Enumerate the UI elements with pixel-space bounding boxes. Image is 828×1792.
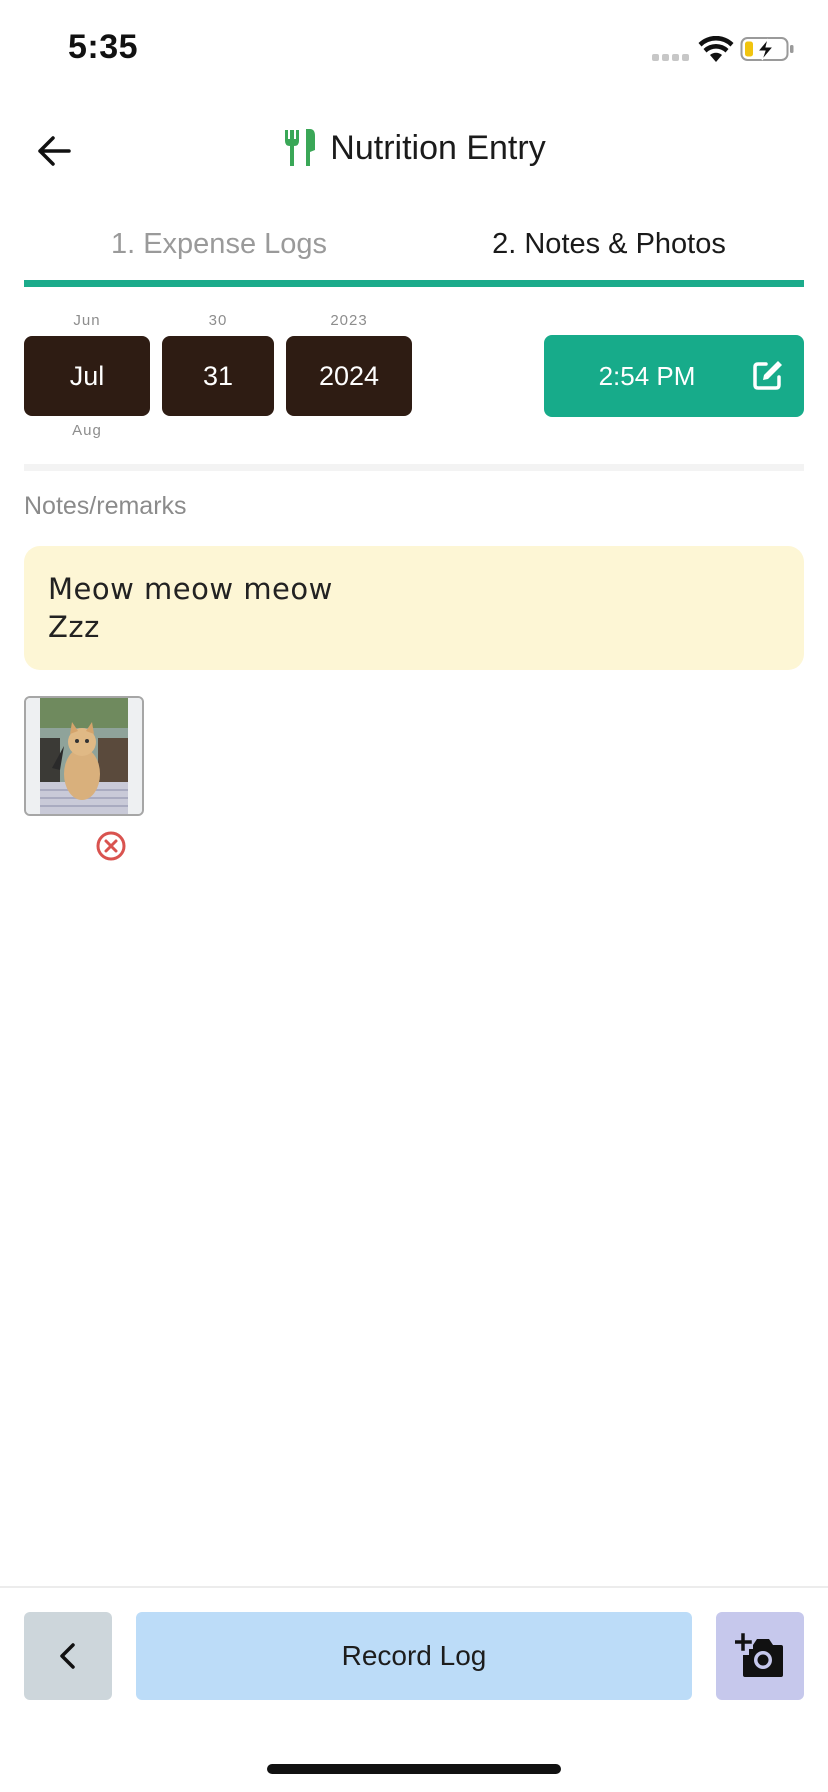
bottom-divider [0, 1586, 828, 1588]
tab-notes-photos[interactable]: 2. Notes & Photos [414, 220, 804, 288]
add-photo-button[interactable] [716, 1612, 804, 1700]
cat-photo-image [26, 698, 142, 814]
year-value[interactable]: 2024 [286, 336, 412, 416]
day-wheel[interactable]: 30 31 [162, 306, 274, 446]
add-photo-icon [735, 1633, 783, 1677]
notes-input[interactable]: Meow meow meow Zzz [24, 546, 804, 670]
home-indicator [267, 1764, 561, 1774]
time-value: 2:54 PM [598, 360, 696, 391]
year-wheel[interactable]: 2023 2024 [286, 306, 412, 446]
tab-bar: 1. Expense Logs 2. Notes & Photos [24, 220, 804, 288]
record-log-button[interactable]: Record Log [136, 1612, 692, 1700]
month-wheel[interactable]: Jun Jul Aug [24, 306, 150, 446]
photo-thumbnail[interactable] [24, 696, 144, 816]
title-wrap: Nutrition Entry [0, 128, 828, 168]
battery-charging-icon [740, 37, 794, 61]
day-prev: 30 [208, 312, 228, 329]
previous-step-button[interactable] [24, 1612, 112, 1700]
notes-label: Notes/remarks [24, 492, 187, 520]
status-time: 5:35 [68, 28, 139, 66]
tab-underline [24, 280, 804, 287]
time-button[interactable]: 2:54 PM [544, 335, 804, 417]
fork-knife-icon [285, 129, 316, 166]
section-divider [24, 464, 804, 471]
month-next: Aug [72, 422, 102, 439]
day-value[interactable]: 31 [162, 336, 274, 416]
year-prev: 2023 [330, 312, 368, 329]
page-title: Nutrition Entry [330, 128, 546, 167]
chevron-left-icon [60, 1643, 75, 1669]
status-bar: 5:35 [0, 0, 828, 100]
screen: 5:35 Nutrition Entry 1. Expense Logs 2. … [0, 0, 828, 1792]
remove-photo-icon[interactable] [95, 830, 127, 862]
tab-expense-logs[interactable]: 1. Expense Logs [24, 220, 414, 288]
month-prev: Jun [73, 312, 101, 329]
wifi-icon [698, 36, 734, 62]
header: Nutrition Entry [0, 110, 828, 190]
edit-icon [753, 361, 782, 390]
signal-icon [652, 54, 689, 61]
month-value[interactable]: Jul [24, 336, 150, 416]
date-time-picker: Jun Jul Aug 30 31 2023 2024 2:54 PM [24, 306, 804, 446]
